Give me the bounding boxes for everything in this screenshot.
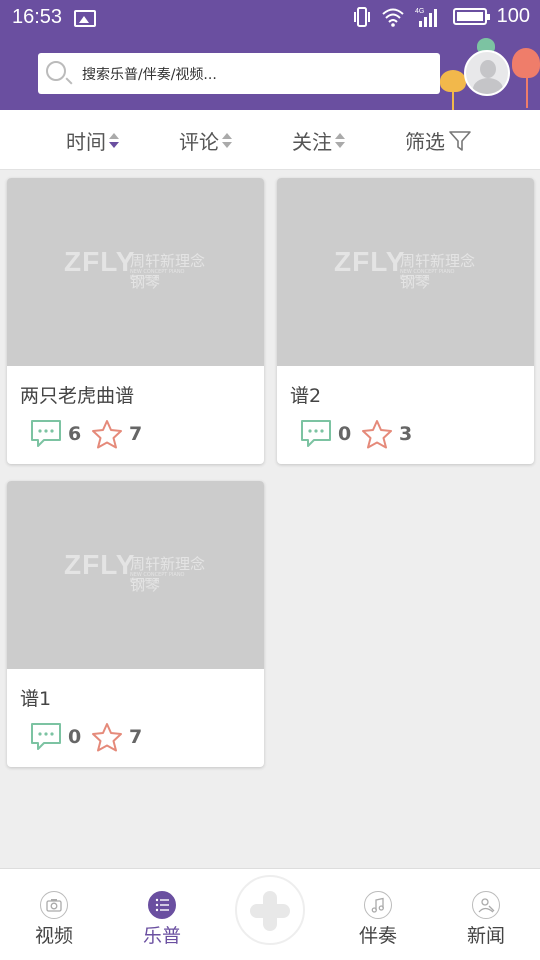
score-title: 谱2 <box>290 385 322 407</box>
comment-icon <box>301 420 331 447</box>
list-icon <box>148 891 176 919</box>
sort-follow-button[interactable]: 关注 <box>292 126 345 155</box>
status-right: 4G 100 <box>353 5 530 28</box>
sort-time-label: 时间 <box>66 130 106 154</box>
nav-label: 乐普 <box>142 925 181 947</box>
score-title: 两只老虎曲谱 <box>20 385 135 407</box>
wifi-icon <box>381 8 404 27</box>
search-input[interactable]: 搜索乐普/伴奏/视频... <box>38 53 440 94</box>
network-type: 4G <box>415 8 424 15</box>
star-count-value: 3 <box>399 423 413 445</box>
comment-count[interactable]: 6 <box>30 419 81 449</box>
sort-arrows-icon <box>222 131 232 151</box>
comment-count-value: 6 <box>68 423 82 445</box>
nav-item-scores[interactable]: 乐普 <box>127 891 197 948</box>
search-icon <box>46 61 66 81</box>
score-card[interactable]: ZFLY 周轩新理念钢琴 NEW CONCEPT PIANO EDUCATION… <box>7 178 264 464</box>
nav-item-video[interactable]: 视频 <box>19 891 89 948</box>
sort-comments-button[interactable]: 评论 <box>179 126 232 155</box>
star-count-value: 7 <box>129 726 143 748</box>
watermark-logo: ZFLY 周轩新理念钢琴 NEW CONCEPT PIANO EDUCATION <box>64 549 206 594</box>
app-header: 16:53 4G 100 搜索乐普/伴奏/视频... <box>0 0 540 110</box>
nav-label: 新闻 <box>466 925 505 947</box>
comment-count-value: 0 <box>68 726 82 748</box>
star-count-value: 7 <box>129 423 143 445</box>
sort-arrows-icon <box>109 131 119 151</box>
bottom-nav: 视频 乐普 伴奏 新闻 <box>0 868 540 960</box>
signal-icon: 4G <box>415 8 437 27</box>
center-plus-button[interactable] <box>235 875 305 945</box>
battery-icon <box>452 8 490 25</box>
avatar[interactable] <box>464 50 510 96</box>
funnel-icon <box>449 130 471 151</box>
news-icon <box>472 891 500 919</box>
sort-follow-label: 关注 <box>292 130 332 154</box>
watermark-logo: ZFLY 周轩新理念钢琴 NEW CONCEPT PIANO EDUCATION <box>334 246 476 291</box>
filter-label: 筛选 <box>405 130 445 154</box>
sort-arrows-icon <box>335 131 345 151</box>
star-count[interactable]: 3 <box>361 419 412 449</box>
status-bar: 16:53 4G 100 <box>0 0 540 36</box>
score-card[interactable]: ZFLY 周轩新理念钢琴 NEW CONCEPT PIANO EDUCATION… <box>277 178 534 464</box>
star-count[interactable]: 7 <box>91 419 142 449</box>
nav-item-news[interactable]: 新闻 <box>451 891 521 948</box>
watermark-logo: ZFLY 周轩新理念钢琴 NEW CONCEPT PIANO EDUCATION <box>64 246 206 291</box>
score-thumbnail: ZFLY 周轩新理念钢琴 NEW CONCEPT PIANO EDUCATION <box>7 178 264 366</box>
music-note-icon <box>364 891 392 919</box>
filter-bar: 时间 评论 关注 筛选 <box>0 110 540 170</box>
star-count[interactable]: 7 <box>91 722 142 752</box>
nav-label: 伴奏 <box>358 925 397 947</box>
filter-button[interactable]: 筛选 <box>405 126 472 155</box>
comment-icon <box>31 723 61 750</box>
image-notification-icon <box>74 10 96 27</box>
score-card[interactable]: ZFLY 周轩新理念钢琴 NEW CONCEPT PIANO EDUCATION… <box>7 481 264 767</box>
score-thumbnail: ZFLY 周轩新理念钢琴 NEW CONCEPT PIANO EDUCATION <box>7 481 264 669</box>
camera-icon <box>40 891 68 919</box>
search-placeholder: 搜索乐普/伴奏/视频... <box>82 67 217 83</box>
comment-count[interactable]: 0 <box>30 722 81 752</box>
score-title: 谱1 <box>20 688 52 710</box>
sort-time-button[interactable]: 时间 <box>66 126 119 155</box>
nav-label: 视频 <box>34 925 73 947</box>
status-time: 16:53 <box>12 6 63 28</box>
battery-percent: 100 <box>496 5 530 27</box>
comment-count[interactable]: 0 <box>300 419 351 449</box>
nav-item-accompaniment[interactable]: 伴奏 <box>343 891 413 948</box>
star-icon <box>92 723 122 752</box>
comment-icon <box>31 420 61 447</box>
vibrate-icon <box>353 6 370 27</box>
sort-comments-label: 评论 <box>179 130 219 154</box>
score-thumbnail: ZFLY 周轩新理念钢琴 NEW CONCEPT PIANO EDUCATION <box>277 178 534 366</box>
comment-count-value: 0 <box>338 423 352 445</box>
star-icon <box>92 420 122 449</box>
star-icon <box>362 420 392 449</box>
